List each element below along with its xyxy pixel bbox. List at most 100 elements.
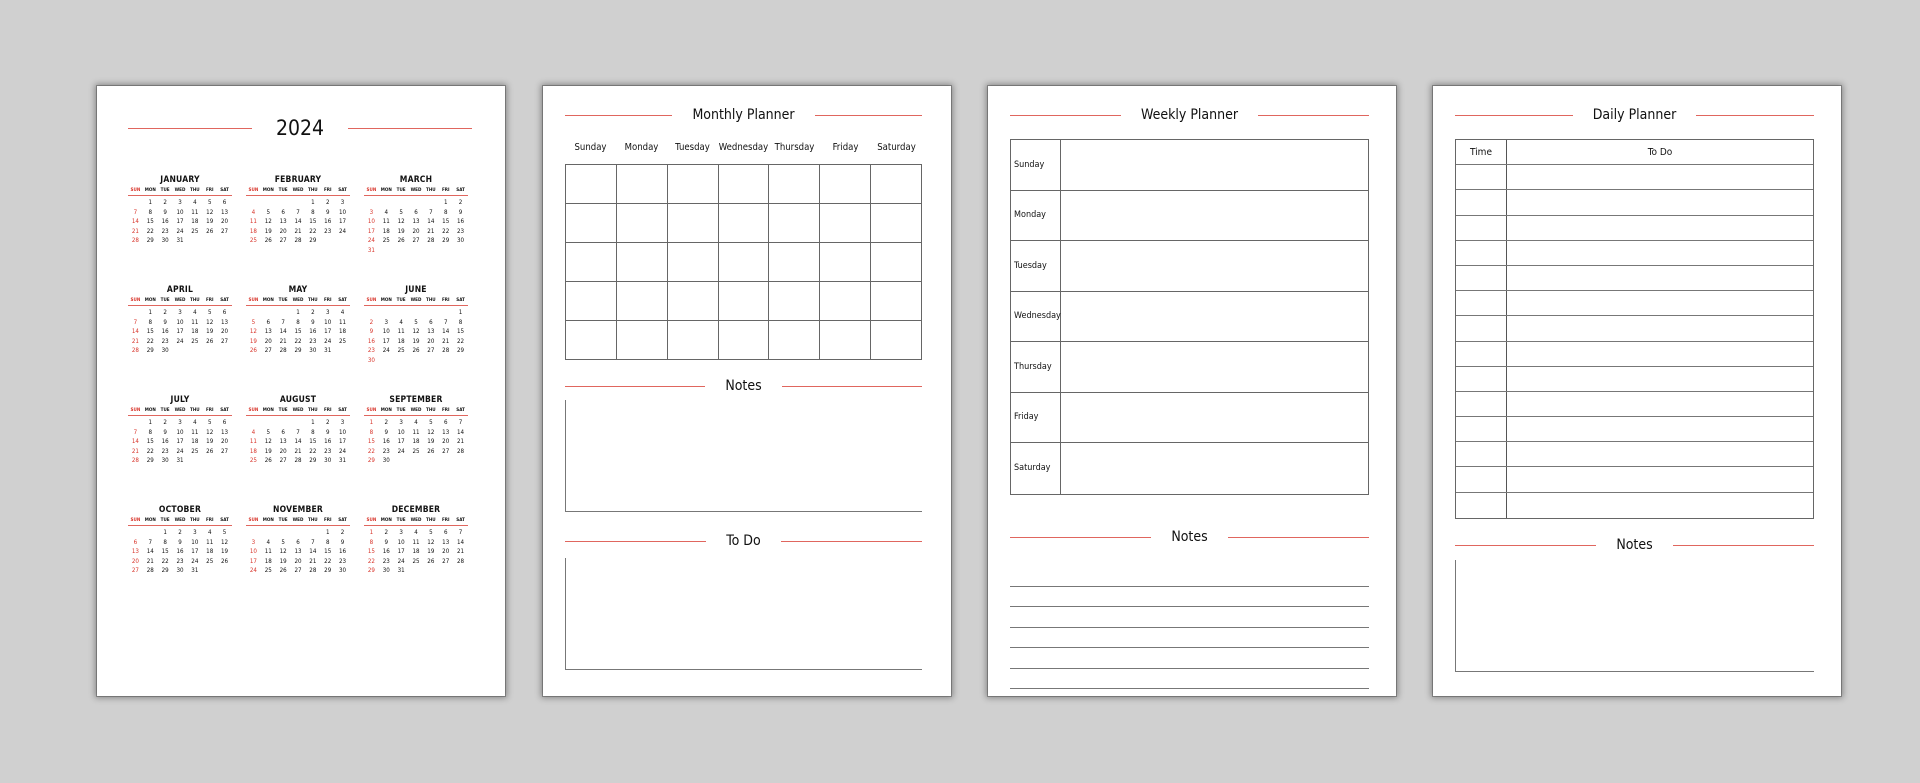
day-cell[interactable]: 17 — [246, 558, 261, 565]
time-cell[interactable] — [1456, 442, 1507, 467]
todo-cell[interactable] — [1507, 190, 1813, 214]
day-cell[interactable]: 5 — [202, 419, 217, 426]
weekday-entry[interactable] — [1061, 443, 1368, 494]
todo-cell[interactable] — [1507, 216, 1813, 240]
day-cell[interactable]: 2 — [335, 529, 350, 536]
day-cell[interactable]: 13 — [276, 438, 291, 445]
day-cell[interactable]: 11 — [202, 539, 217, 546]
day-cell[interactable]: 24 — [173, 448, 188, 455]
day-cell[interactable]: 5 — [423, 529, 438, 536]
day-cell[interactable]: 24 — [173, 338, 188, 345]
day-cell[interactable]: 14 — [276, 328, 291, 335]
day-cell[interactable]: 30 — [379, 567, 394, 574]
day-cell[interactable]: 7 — [128, 429, 143, 436]
day-cell[interactable]: 16 — [320, 218, 335, 225]
day-cell[interactable]: 23 — [320, 228, 335, 235]
day-cell[interactable]: 22 — [143, 338, 158, 345]
todo-cell[interactable] — [1507, 266, 1813, 290]
day-cell[interactable]: 31 — [173, 237, 188, 244]
day-cell[interactable]: 15 — [320, 548, 335, 555]
day-cell[interactable]: 17 — [173, 438, 188, 445]
day-cell[interactable]: 31 — [320, 347, 335, 354]
day-cell[interactable]: 25 — [187, 448, 202, 455]
day-cell[interactable]: 2 — [379, 529, 394, 536]
day-cell[interactable]: 15 — [143, 328, 158, 335]
day-cell[interactable]: 12 — [423, 539, 438, 546]
day-cell[interactable]: 15 — [364, 548, 379, 555]
day-cell[interactable]: 20 — [438, 438, 453, 445]
day-cell[interactable]: 30 — [379, 457, 394, 464]
day-cell[interactable]: 11 — [261, 548, 276, 555]
day-cell[interactable]: 20 — [438, 548, 453, 555]
day-cell[interactable]: 29 — [438, 237, 453, 244]
day-cell[interactable]: 27 — [291, 567, 306, 574]
day-cell[interactable]: 23 — [364, 347, 379, 354]
day-cell[interactable]: 18 — [187, 328, 202, 335]
day-cell[interactable]: 9 — [305, 319, 320, 326]
day-cell[interactable]: 10 — [335, 209, 350, 216]
day-cell[interactable]: 6 — [217, 309, 232, 316]
day-cell[interactable]: 23 — [379, 558, 394, 565]
day-cell[interactable]: 7 — [453, 529, 468, 536]
day-cell[interactable]: 5 — [202, 199, 217, 206]
day-cell[interactable]: 6 — [217, 419, 232, 426]
day-cell[interactable]: 9 — [320, 429, 335, 436]
note-line[interactable] — [1010, 628, 1369, 648]
day-cell[interactable]: 4 — [261, 539, 276, 546]
day-cell[interactable]: 1 — [320, 529, 335, 536]
day-cell[interactable]: 27 — [217, 448, 232, 455]
day-cell[interactable]: 16 — [320, 438, 335, 445]
day-cell[interactable]: 5 — [276, 539, 291, 546]
day-cell[interactable] — [718, 165, 770, 204]
day-cell[interactable]: 18 — [187, 438, 202, 445]
day-cell[interactable] — [616, 204, 668, 243]
day-cell[interactable]: 8 — [364, 539, 379, 546]
day-cell[interactable]: 27 — [438, 558, 453, 565]
note-line[interactable] — [1010, 587, 1369, 607]
day-cell[interactable]: 10 — [394, 429, 409, 436]
day-cell[interactable]: 30 — [364, 357, 379, 364]
day-cell[interactable]: 23 — [158, 338, 173, 345]
day-cell[interactable]: 16 — [453, 218, 468, 225]
day-cell[interactable]: 19 — [276, 558, 291, 565]
day-cell[interactable] — [616, 321, 668, 360]
day-cell[interactable]: 21 — [128, 228, 143, 235]
day-cell[interactable]: 2 — [305, 309, 320, 316]
day-cell[interactable]: 4 — [202, 529, 217, 536]
day-cell[interactable]: 1 — [453, 309, 468, 316]
note-line[interactable] — [1010, 669, 1369, 689]
day-cell[interactable]: 9 — [379, 539, 394, 546]
day-cell[interactable]: 25 — [409, 448, 424, 455]
day-cell[interactable]: 11 — [187, 209, 202, 216]
day-cell[interactable]: 11 — [335, 319, 350, 326]
day-cell[interactable] — [871, 282, 922, 321]
weekday-entry[interactable] — [1061, 342, 1368, 392]
day-cell[interactable]: 4 — [246, 429, 261, 436]
day-cell[interactable]: 19 — [394, 228, 409, 235]
day-cell[interactable]: 24 — [246, 567, 261, 574]
day-cell[interactable] — [820, 243, 872, 282]
day-cell[interactable]: 30 — [173, 567, 188, 574]
day-cell[interactable]: 27 — [261, 347, 276, 354]
day-cell[interactable]: 26 — [409, 347, 424, 354]
day-cell[interactable] — [667, 204, 719, 243]
day-cell[interactable]: 26 — [423, 448, 438, 455]
day-cell[interactable]: 20 — [217, 218, 232, 225]
todo-cell[interactable] — [1507, 392, 1813, 416]
day-cell[interactable]: 29 — [453, 347, 468, 354]
day-cell[interactable]: 25 — [246, 237, 261, 244]
day-cell[interactable]: 14 — [143, 548, 158, 555]
day-cell[interactable]: 2 — [453, 199, 468, 206]
day-cell[interactable]: 3 — [394, 529, 409, 536]
day-cell[interactable]: 3 — [173, 309, 188, 316]
day-cell[interactable]: 20 — [409, 228, 424, 235]
day-cell[interactable]: 4 — [187, 199, 202, 206]
day-cell[interactable]: 4 — [409, 419, 424, 426]
day-cell[interactable] — [667, 282, 719, 321]
day-cell[interactable]: 1 — [438, 199, 453, 206]
note-line[interactable] — [1010, 566, 1369, 587]
day-cell[interactable]: 3 — [394, 419, 409, 426]
day-cell[interactable]: 13 — [217, 209, 232, 216]
time-cell[interactable] — [1456, 341, 1507, 366]
day-cell[interactable]: 22 — [291, 338, 306, 345]
